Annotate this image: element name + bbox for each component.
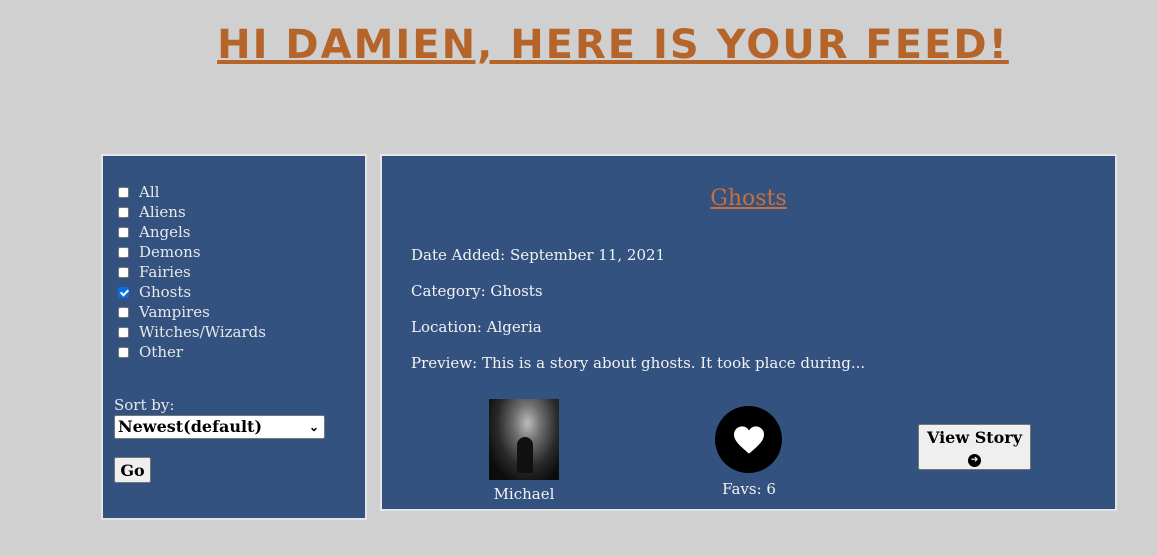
story-title-link[interactable]: Ghosts [382, 186, 1115, 211]
filter-panel: All Aliens Angels Demons Fairies Ghosts … [101, 154, 367, 520]
go-button[interactable]: Go [114, 457, 151, 483]
fav-count: Favs: 6 [722, 480, 776, 498]
heart-icon [733, 425, 764, 454]
avatar-figure [517, 437, 533, 473]
category-label: Witches/Wizards [139, 323, 266, 341]
category-checkbox[interactable] [118, 306, 129, 318]
chevron-down-icon: ⌄ [308, 420, 319, 434]
category-item-ghosts[interactable]: Ghosts [118, 282, 266, 302]
view-story-label: View Story [926, 428, 1023, 447]
category-checkbox[interactable] [118, 326, 129, 338]
category-checkbox[interactable] [118, 226, 129, 238]
story-card: Ghosts Date Added: September 11, 2021 Ca… [380, 154, 1117, 511]
category-label: All [139, 183, 160, 201]
story-location: Location: Algeria [411, 318, 542, 336]
category-checkbox[interactable] [118, 246, 129, 258]
story-date: Date Added: September 11, 2021 [411, 246, 666, 264]
category-label: Demons [139, 243, 201, 261]
category-checkbox[interactable] [118, 186, 129, 198]
sort-select-value: Newest(default) [118, 417, 263, 436]
category-label: Fairies [139, 263, 191, 281]
fav-button[interactable] [715, 406, 782, 473]
category-item-demons[interactable]: Demons [118, 242, 266, 262]
category-item-vampires[interactable]: Vampires [118, 302, 266, 322]
category-checkbox[interactable] [118, 266, 129, 278]
category-item-aliens[interactable]: Aliens [118, 202, 266, 222]
sort-select[interactable]: Newest(default) ⌄ [114, 415, 325, 439]
story-category: Category: Ghosts [411, 282, 543, 300]
category-label: Vampires [139, 303, 210, 321]
story-preview: Preview: This is a story about ghosts. I… [411, 354, 866, 372]
category-item-fairies[interactable]: Fairies [118, 262, 266, 282]
category-checkbox[interactable] [118, 346, 129, 358]
category-label: Other [139, 343, 184, 361]
category-item-angels[interactable]: Angels [118, 222, 266, 242]
category-label: Aliens [139, 203, 186, 221]
sort-label: Sort by: [114, 396, 175, 414]
view-story-button[interactable]: View Story ➜ [918, 424, 1031, 470]
category-item-witches-wizards[interactable]: Witches/Wizards [118, 322, 266, 342]
author-avatar[interactable] [489, 399, 559, 480]
arrow-right-circle-icon: ➜ [968, 454, 981, 467]
category-item-other[interactable]: Other [118, 342, 266, 362]
category-list: All Aliens Angels Demons Fairies Ghosts … [118, 182, 266, 362]
page-title: Hi Damien, here is your feed! [217, 22, 1009, 68]
category-item-all[interactable]: All [118, 182, 266, 202]
category-checkbox[interactable] [118, 206, 129, 218]
category-label: Ghosts [139, 283, 192, 301]
category-label: Angels [139, 223, 191, 241]
category-checkbox[interactable] [118, 286, 129, 298]
author-name: Michael [493, 485, 555, 503]
